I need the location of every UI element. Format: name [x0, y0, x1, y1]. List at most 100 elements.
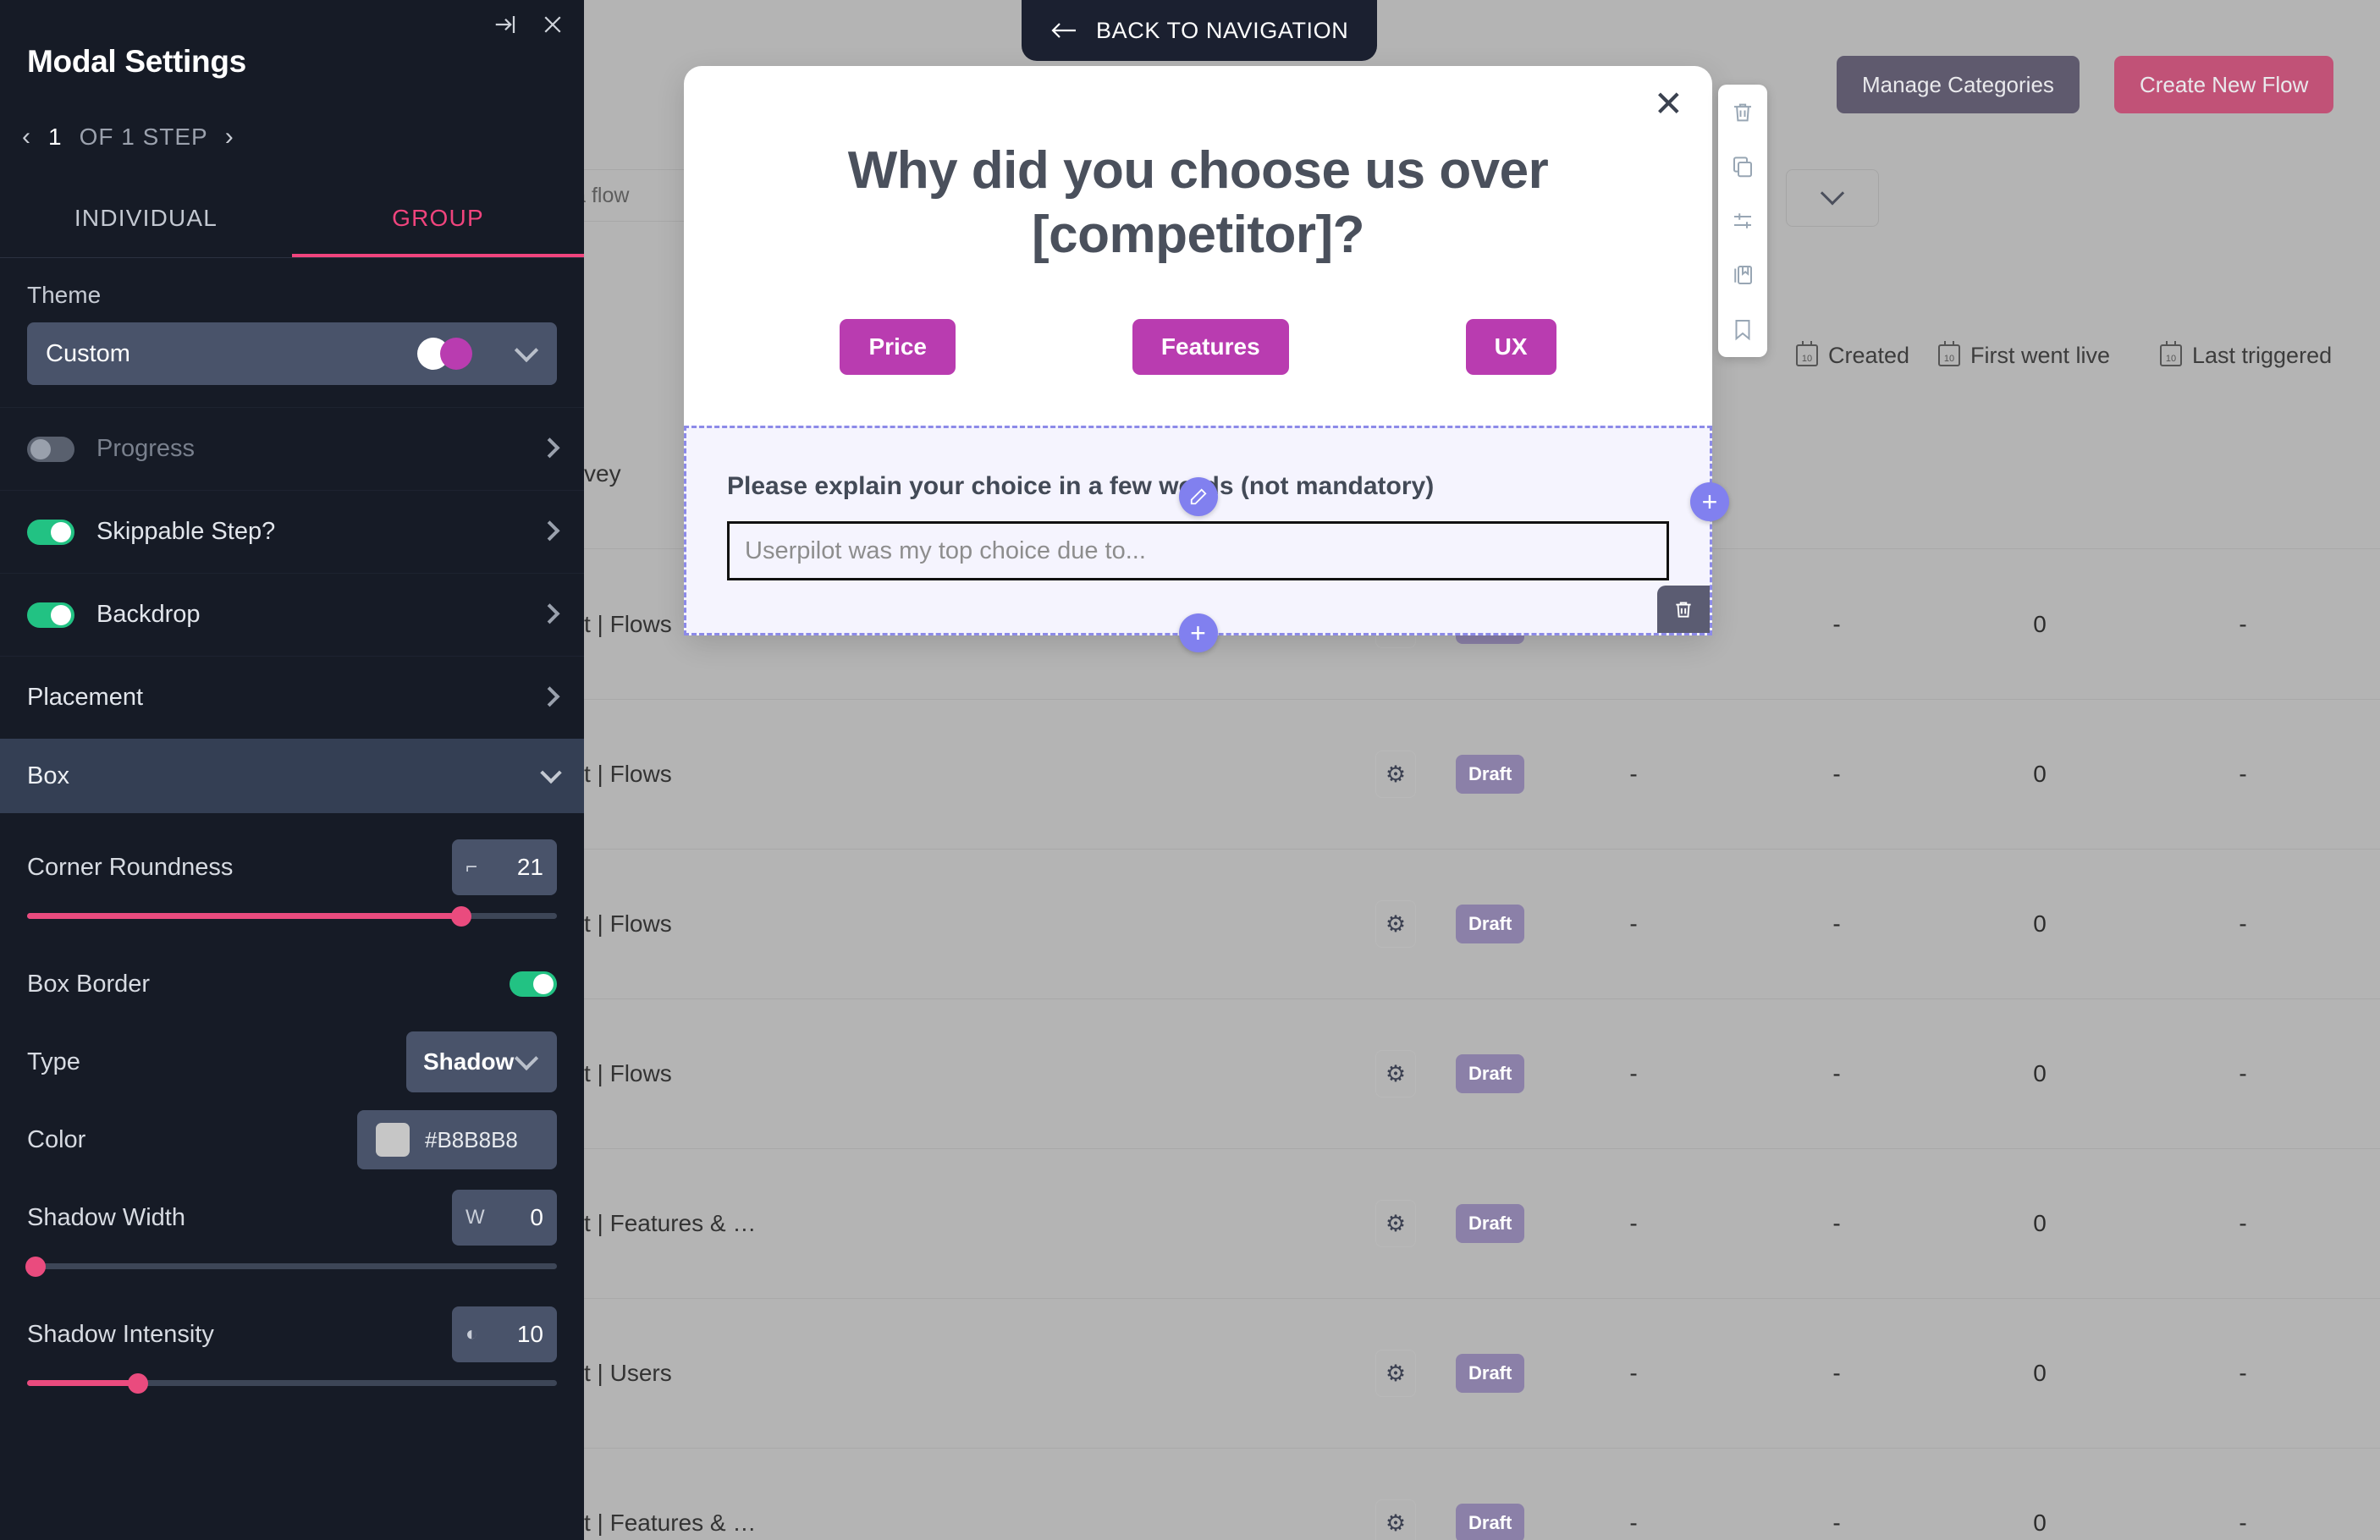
filter-select[interactable] — [1786, 169, 1879, 227]
tab-group[interactable]: GROUP — [292, 190, 584, 257]
type-select[interactable]: Shadow — [406, 1031, 557, 1092]
sidebar-item-skippable-step[interactable]: Skippable Step? — [0, 490, 584, 573]
color-label: Color — [27, 1125, 86, 1153]
modal-choice-group: Price Features UX — [684, 267, 1712, 426]
delete-block-trash-icon[interactable] — [1657, 586, 1710, 634]
sidebar-item-progress[interactable]: Progress — [0, 407, 584, 490]
shadow-intensity-label: Shadow Intensity — [27, 1320, 214, 1348]
chevron-down-icon — [514, 1046, 539, 1071]
trash-icon[interactable] — [1730, 100, 1755, 125]
color-row: Color #B8B8B8 — [0, 1101, 584, 1179]
close-icon[interactable] — [540, 12, 565, 37]
table-row[interactable]: t | Flows ⚙ Draft - - 0 - 6 days ago - - — [584, 700, 2380, 850]
row-settings-gear-icon[interactable]: ⚙ — [1375, 1200, 1416, 1247]
shadow-intensity-row: Shadow Intensity ◐ 10 — [0, 1295, 584, 1373]
sidebar-item-backdrop[interactable]: Backdrop — [0, 573, 584, 656]
skippable-step-toggle[interactable] — [27, 519, 74, 545]
shadow-intensity-input[interactable]: ◐ 10 — [452, 1306, 557, 1362]
type-value: Shadow — [423, 1048, 515, 1075]
status-badge: Draft — [1456, 905, 1525, 943]
calendar-icon: 10 — [2160, 341, 2182, 366]
corner-roundness-input[interactable]: ⌐ 21 — [452, 839, 557, 895]
box-border-row: Box Border — [0, 945, 584, 1023]
back-to-navigation-button[interactable]: BACK TO NAVIGATION — [1022, 0, 1378, 61]
add-right-plus-icon[interactable]: + — [1690, 482, 1729, 522]
theme-swatches — [417, 338, 472, 370]
close-icon[interactable]: ✕ — [1654, 86, 1683, 122]
color-value: #B8B8B8 — [425, 1126, 518, 1152]
column-header-first-went-live[interactable]: 10 First went live — [1938, 341, 2110, 369]
table-row[interactable]: t | Users ⚙ Draft - - 0 - 7 months ago -… — [584, 1299, 2380, 1449]
collapse-panel-icon[interactable] — [493, 12, 518, 37]
shadow-width-slider[interactable] — [25, 1257, 557, 1277]
add-bottom-plus-icon[interactable]: + — [1178, 613, 1218, 653]
row-settings-gear-icon[interactable]: ⚙ — [1375, 1350, 1416, 1397]
color-picker[interactable]: #B8B8B8 — [357, 1110, 557, 1169]
sidebar-body: Theme Custom Progress Skippable Step? Ba… — [0, 258, 584, 1540]
calendar-icon: 10 — [1796, 341, 1818, 366]
corner-icon: ⌐ — [466, 855, 478, 878]
next-step-icon[interactable]: › — [225, 124, 234, 150]
status-badge: Draft — [1456, 1504, 1525, 1540]
corner-roundness-label: Corner Roundness — [27, 853, 234, 881]
chevron-down-icon — [514, 338, 539, 363]
sidebar-tabs: INDIVIDUAL GROUP — [0, 190, 584, 258]
row-settings-gear-icon[interactable]: ⚙ — [1375, 1499, 1416, 1540]
element-tools-toolbar — [1718, 85, 1767, 357]
bookmark-icon[interactable] — [1730, 316, 1755, 342]
sidebar-section-box[interactable]: Box — [0, 739, 584, 813]
progress-toggle[interactable] — [27, 436, 74, 462]
shadow-width-value: 0 — [530, 1204, 543, 1230]
table-row[interactable]: t | Flows ⚙ Draft - - 0 - 6 days ago - - — [584, 850, 2380, 999]
backdrop-toggle[interactable] — [27, 602, 74, 628]
sliders-icon[interactable] — [1730, 208, 1755, 234]
box-border-toggle[interactable] — [510, 971, 557, 997]
type-row: Type Shadow — [0, 1023, 584, 1101]
sidebar-section-label: Box — [27, 762, 69, 789]
sidebar-item-label: Skippable Step? — [96, 518, 276, 545]
explain-choice-input[interactable] — [727, 521, 1669, 581]
app-root: s Manage Categories Create New Flow for … — [0, 0, 2380, 1540]
theme-select[interactable]: Custom — [27, 322, 557, 385]
column-header-last-triggered[interactable]: 10 Last triggered — [2160, 341, 2332, 369]
table-row[interactable]: t | Flows ⚙ Draft - - 0 - 2 months ago -… — [584, 999, 2380, 1149]
row-settings-gear-icon[interactable]: ⚙ — [1375, 900, 1416, 948]
corner-roundness-slider[interactable] — [27, 906, 557, 927]
manage-categories-button[interactable]: Manage Categories — [1837, 56, 2080, 113]
shadow-intensity-slider[interactable] — [27, 1373, 557, 1394]
duplicate-icon[interactable] — [1730, 154, 1755, 179]
shadow-intensity-value: 10 — [516, 1321, 543, 1347]
prev-step-icon[interactable]: ‹ — [22, 124, 31, 150]
row-settings-gear-icon[interactable]: ⚙ — [1375, 751, 1416, 798]
choice-button-features[interactable]: Features — [1132, 319, 1289, 376]
library-icon[interactable] — [1730, 262, 1755, 288]
corner-roundness-row: Corner Roundness ⌐ 21 — [0, 828, 584, 906]
box-border-label: Box Border — [27, 970, 151, 998]
chevron-right-icon — [539, 685, 560, 707]
row-settings-gear-icon[interactable]: ⚙ — [1375, 1050, 1416, 1097]
modal-preview: ✕ Why did you choose us over [competitor… — [684, 66, 1729, 653]
arrow-left-icon — [1050, 21, 1077, 40]
column-header-created[interactable]: 10 Created — [1796, 341, 1909, 369]
selected-block[interactable]: Please explain your choice in a few word… — [684, 426, 1729, 653]
modal-title: Why did you choose us over [competitor]? — [847, 141, 1549, 264]
chevron-right-icon — [539, 437, 560, 458]
color-swatch-icon — [376, 1123, 410, 1157]
sidebar-title: Modal Settings — [27, 44, 246, 79]
modal-settings-sidebar: Modal Settings ‹ 1 OF 1 STEP › INDIVIDUA… — [0, 0, 584, 1540]
tab-individual[interactable]: INDIVIDUAL — [0, 190, 292, 257]
status-badge: Draft — [1456, 1354, 1525, 1393]
pencil-icon[interactable] — [1178, 477, 1218, 517]
choice-button-price[interactable]: Price — [840, 319, 956, 376]
sidebar-item-placement[interactable]: Placement — [0, 656, 584, 739]
calendar-icon: 10 — [1938, 341, 1960, 366]
shadow-width-input[interactable]: W 0 — [452, 1190, 557, 1246]
create-new-flow-button[interactable]: Create New Flow — [2114, 56, 2334, 113]
choice-button-ux[interactable]: UX — [1465, 319, 1556, 376]
chevron-right-icon — [539, 520, 560, 541]
shadow-width-label: Shadow Width — [27, 1203, 185, 1231]
step-number: 1 — [48, 124, 63, 150]
step-navigator: ‹ 1 OF 1 STEP › — [22, 124, 584, 151]
table-row[interactable]: t | Features & … ⚙ Draft - - 0 - 7 month… — [584, 1449, 2380, 1540]
table-row[interactable]: t | Features & … ⚙ Draft - - 0 - 6 month… — [584, 1149, 2380, 1299]
